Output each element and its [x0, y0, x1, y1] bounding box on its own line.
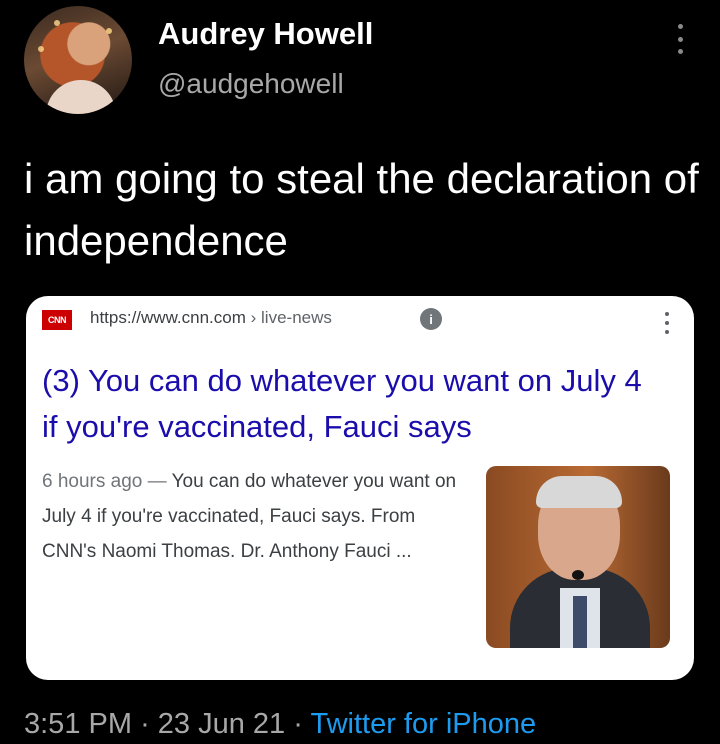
meta-separator: ·: [293, 708, 303, 740]
cnn-favicon-icon: CNN: [42, 310, 72, 330]
tweet-source-link[interactable]: Twitter for iPhone: [310, 708, 536, 740]
meta-separator: ·: [140, 708, 150, 740]
more-options-icon[interactable]: [676, 24, 684, 54]
author-name[interactable]: Audrey Howell: [158, 16, 373, 52]
author-avatar[interactable]: [24, 6, 132, 114]
snippet-time-ago: 6 hours ago: [42, 471, 143, 492]
tweet-date: 23 Jun 21: [157, 708, 286, 740]
info-icon[interactable]: i: [420, 308, 442, 330]
card-headline-link[interactable]: (3) You can do whatever you want on July…: [42, 358, 662, 450]
card-thumbnail-image[interactable]: [486, 466, 670, 648]
card-more-options-icon[interactable]: [664, 312, 670, 334]
card-snippet: 6 hours ago — You can do whatever you wa…: [42, 464, 462, 569]
snippet-dash: —: [147, 471, 167, 492]
tweet-metadata: 3:51 PM · 23 Jun 21 · Twitter for iPhone: [24, 708, 536, 741]
url-domain: https://www.cnn.com: [90, 308, 246, 327]
url-separator: ›: [250, 308, 257, 327]
tweet-time: 3:51 PM: [24, 708, 132, 740]
url-path: live-news: [261, 308, 332, 327]
tweet-text: i am going to steal the declaration of i…: [24, 155, 699, 264]
link-preview-card[interactable]: CNN https://www.cnn.com › live-news i (3…: [26, 296, 694, 680]
card-url[interactable]: https://www.cnn.com › live-news: [90, 308, 332, 328]
author-handle[interactable]: @audgehowell: [158, 68, 344, 100]
